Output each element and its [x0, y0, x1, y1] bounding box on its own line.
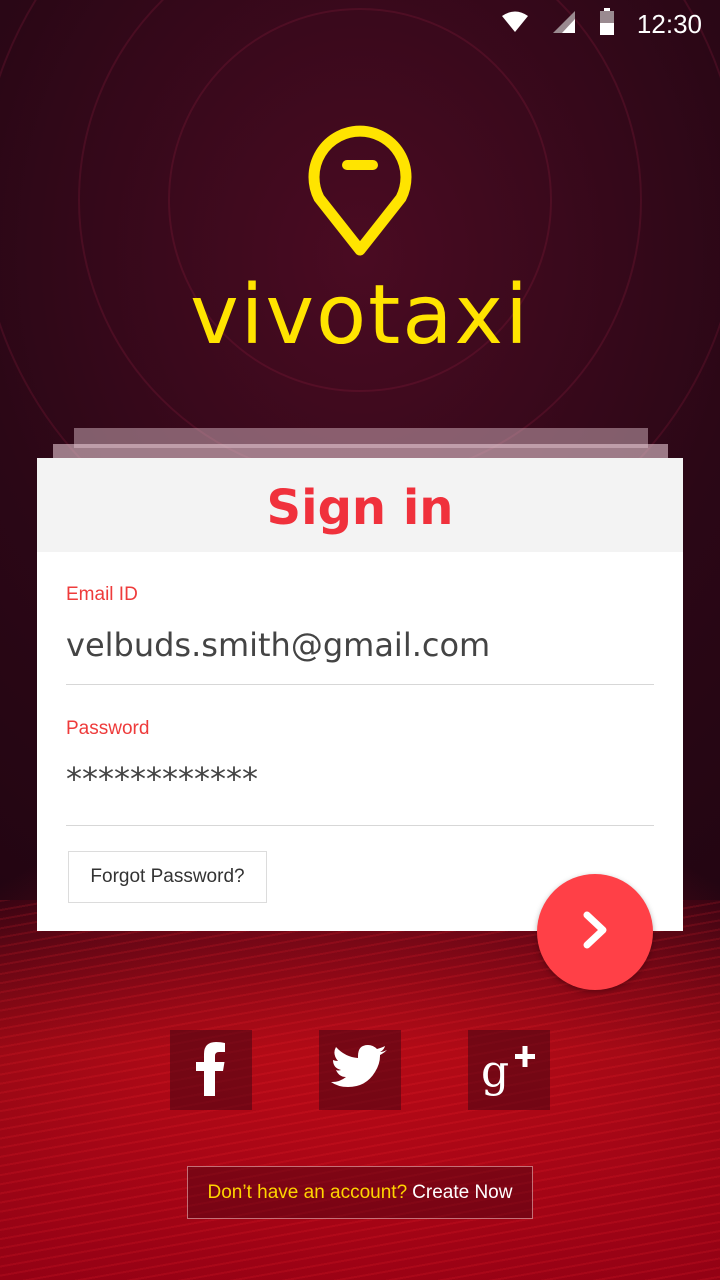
forgot-password-button[interactable]: Forgot Password?	[68, 851, 267, 903]
facebook-icon	[191, 1040, 231, 1101]
facebook-button[interactable]	[170, 1030, 252, 1110]
password-input[interactable]: ************	[66, 760, 654, 798]
google-plus-icon: g	[479, 1040, 539, 1101]
password-field[interactable]: Password ************	[66, 718, 654, 826]
signal-icon	[551, 9, 577, 40]
twitter-icon	[331, 1044, 389, 1096]
status-clock: 12:30	[636, 9, 702, 39]
email-underline	[66, 684, 654, 685]
email-label: Email ID	[66, 584, 138, 605]
page-title: Sign in	[266, 480, 454, 536]
email-field[interactable]: Email ID velbuds.smith@gmail.com	[66, 584, 654, 685]
brand-logo	[0, 120, 720, 265]
signup-question: Don’t have an account?	[207, 1181, 408, 1203]
password-label: Password	[66, 718, 150, 739]
create-account-button[interactable]: Don’t have an account? Create Now	[187, 1166, 533, 1219]
google-plus-button[interactable]: g	[468, 1030, 550, 1110]
email-input[interactable]: velbuds.smith@gmail.com	[66, 626, 654, 664]
status-bar: 12:30	[0, 0, 720, 48]
create-now-link[interactable]: Create Now	[412, 1182, 512, 1204]
map-pin-icon	[305, 125, 415, 264]
signin-card: Sign in Email ID velbuds.smith@gmail.com…	[37, 458, 683, 931]
chevron-right-icon	[575, 910, 615, 955]
password-underline	[66, 825, 654, 826]
twitter-button[interactable]	[319, 1030, 401, 1110]
svg-text:g: g	[481, 1046, 509, 1096]
card-header: Sign in	[37, 458, 683, 552]
battery-icon	[599, 8, 615, 41]
wifi-icon	[501, 10, 529, 39]
brand-wordmark: vivotaxi	[190, 268, 530, 363]
submit-next-button[interactable]	[537, 874, 653, 990]
